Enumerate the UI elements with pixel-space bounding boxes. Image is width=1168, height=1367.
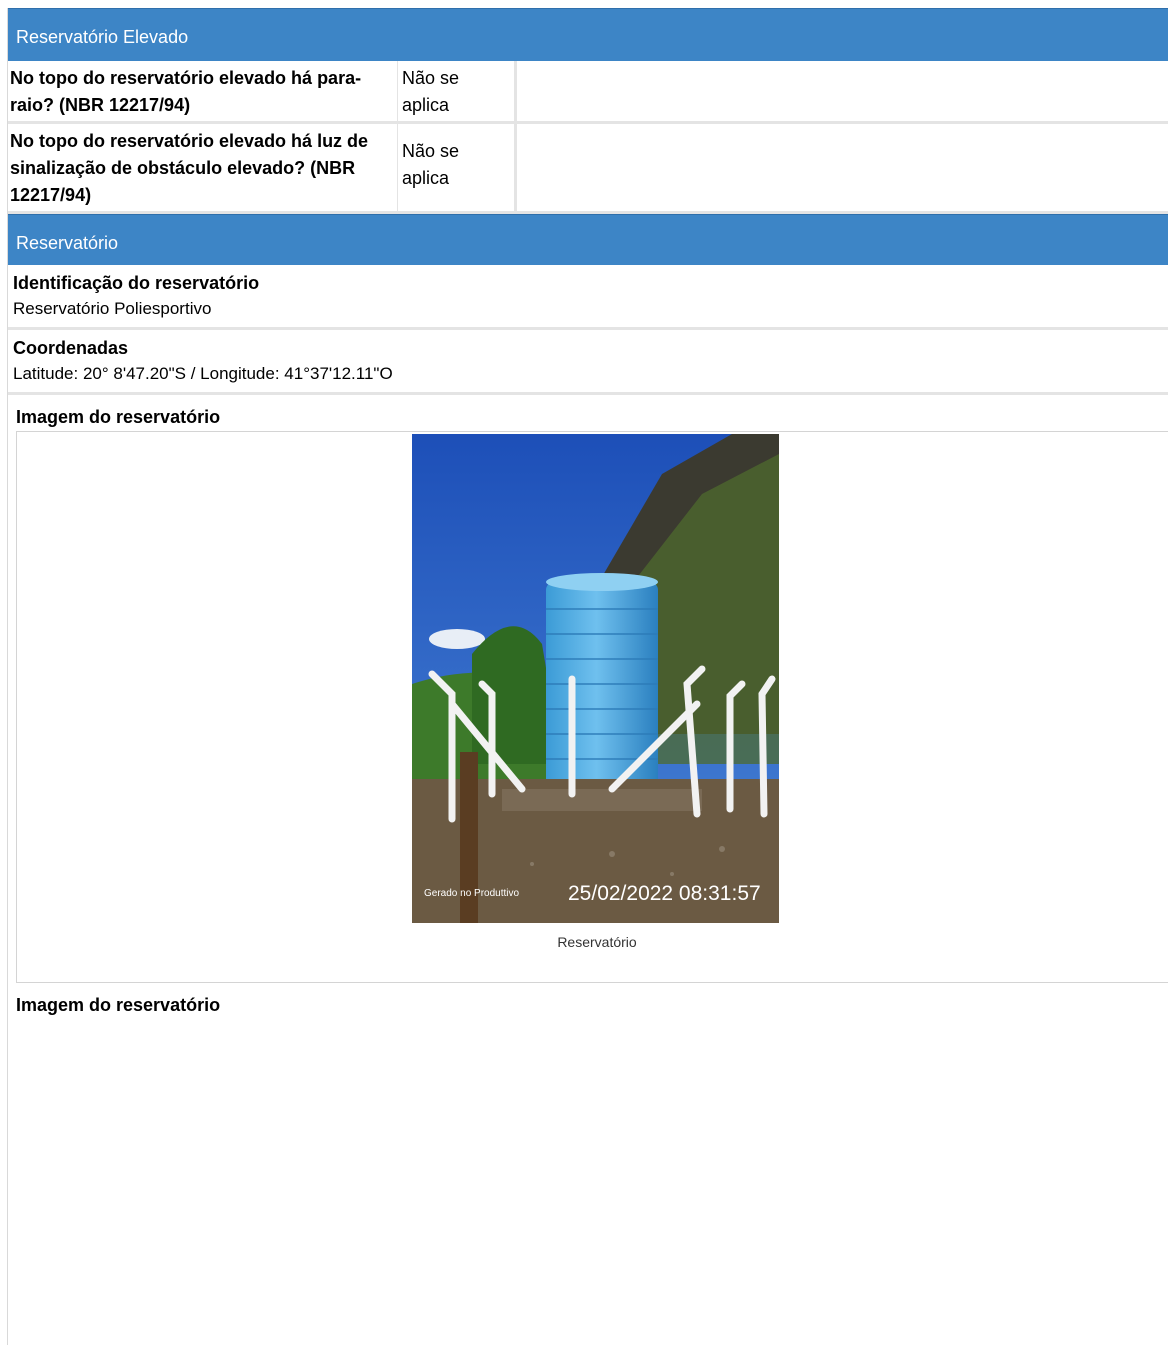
identification-value: Reservatório Poliesportivo bbox=[13, 299, 212, 318]
image-caption: Reservatório bbox=[557, 934, 637, 950]
photo-watermark-timestamp: 25/02/2022 08:31:57 bbox=[568, 882, 761, 905]
question-row: No topo do reservatório elevado há para-… bbox=[8, 61, 1168, 124]
identification-field: Identificação do reservatório Reservatór… bbox=[8, 265, 1168, 330]
image-container: Gerado no Produttivo 25/02/2022 08:31:57… bbox=[16, 431, 1168, 983]
row-filler bbox=[517, 61, 1168, 121]
answer-obstacle-light: Não se aplica bbox=[397, 124, 517, 211]
coordinates-field: Coordenadas Latitude: 20° 8'47.20"S / Lo… bbox=[8, 330, 1168, 395]
image-label-2: Imagem do reservatório bbox=[16, 995, 221, 1015]
photo-watermark-source: Gerado no Produttivo bbox=[424, 888, 519, 899]
section-header-elevated-reservoir: Reservatório Elevado bbox=[8, 8, 1168, 61]
question-obstacle-light: No topo do reservatório elevado há luz d… bbox=[10, 131, 369, 205]
identification-label: Identificação do reservatório bbox=[13, 273, 260, 293]
row-filler bbox=[517, 124, 1168, 211]
reservoir-photo[interactable]: Gerado no Produttivo 25/02/2022 08:31:57 bbox=[412, 434, 779, 923]
question-row: No topo do reservatório elevado há luz d… bbox=[8, 124, 1168, 214]
report-page: Reservatório Elevado No topo do reservat… bbox=[7, 8, 1168, 1345]
question-lightning-rod: No topo do reservatório elevado há para-… bbox=[10, 68, 362, 115]
coordinates-label: Coordenadas bbox=[13, 338, 129, 358]
coordinates-value: Latitude: 20° 8'47.20"S / Longitude: 41°… bbox=[13, 364, 393, 383]
image-label: Imagem do reservatório bbox=[16, 407, 221, 427]
answer-lightning-rod: Não se aplica bbox=[397, 61, 517, 121]
section-header-reservoir: Reservatório bbox=[8, 214, 1168, 265]
